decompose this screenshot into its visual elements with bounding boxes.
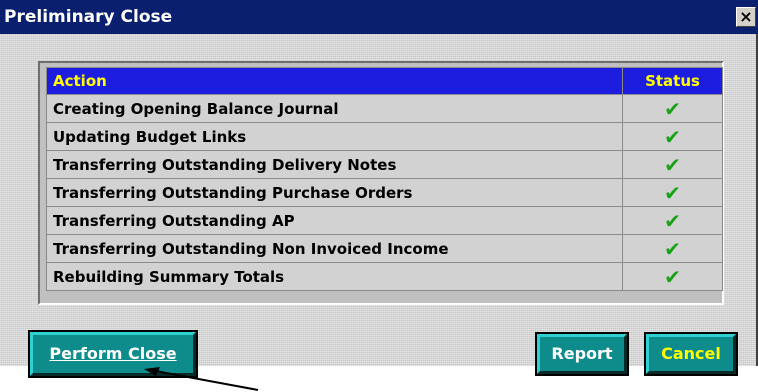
table-row: Updating Budget Links ✔: [46, 122, 723, 151]
table-header-row: Action Status: [46, 67, 723, 95]
action-cell: Transferring Outstanding Non Invoiced In…: [46, 234, 623, 263]
table-row: Creating Opening Balance Journal ✔: [46, 94, 723, 123]
close-icon: ×: [739, 7, 753, 26]
checkmark-icon: ✔: [622, 262, 723, 291]
checkmark-icon: ✔: [622, 206, 723, 235]
table-row: Transferring Outstanding Purchase Orders…: [46, 178, 723, 207]
checkmark-icon: ✔: [622, 234, 723, 263]
report-button[interactable]: Report: [535, 332, 629, 376]
column-header-status: Status: [622, 67, 723, 95]
title-bar: Preliminary Close ×: [0, 0, 758, 34]
table-row: Rebuilding Summary Totals ✔: [46, 262, 723, 291]
preliminary-close-dialog: Preliminary Close × Action Status Creati…: [0, 0, 758, 378]
action-cell: Updating Budget Links: [46, 122, 623, 151]
checkmark-icon: ✔: [622, 178, 723, 207]
action-cell: Creating Opening Balance Journal: [46, 94, 623, 123]
action-cell: Transferring Outstanding AP: [46, 206, 623, 235]
window-title: Preliminary Close: [4, 7, 173, 27]
arrow-pointer-icon: [144, 367, 259, 391]
action-cell: Transferring Outstanding Delivery Notes: [46, 150, 623, 179]
close-button[interactable]: ×: [736, 7, 756, 27]
action-status-panel: Action Status Creating Opening Balance J…: [38, 61, 724, 305]
checkmark-icon: ✔: [622, 150, 723, 179]
table-row: Transferring Outstanding Non Invoiced In…: [46, 234, 723, 263]
checkmark-icon: ✔: [622, 122, 723, 151]
action-cell: Transferring Outstanding Purchase Orders: [46, 178, 623, 207]
action-cell: Rebuilding Summary Totals: [46, 262, 623, 291]
action-status-table: Action Status Creating Opening Balance J…: [46, 67, 723, 291]
column-header-action: Action: [46, 67, 623, 95]
cancel-button[interactable]: Cancel: [644, 332, 738, 376]
table-row: Transferring Outstanding Delivery Notes …: [46, 150, 723, 179]
table-row: Transferring Outstanding AP ✔: [46, 206, 723, 235]
checkmark-icon: ✔: [622, 94, 723, 123]
